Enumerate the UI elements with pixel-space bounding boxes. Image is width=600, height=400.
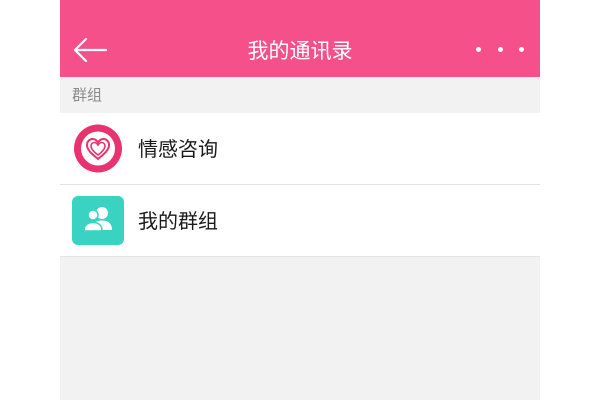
more-dots-icon (476, 46, 481, 52)
heart-icon (74, 124, 122, 173)
contact-list: 情感咨询 我的群组 (60, 113, 540, 257)
header-bar: 我的通讯录 (60, 0, 540, 77)
section-header: 群组 (60, 77, 540, 113)
list-item-label: 情感咨询 (138, 137, 218, 161)
list-item-emotional-counseling[interactable]: 情感咨询 (60, 113, 540, 185)
more-button[interactable] (476, 34, 524, 64)
page-title: 我的通讯录 (247, 39, 353, 63)
list-item-my-groups[interactable]: 我的群组 (60, 185, 540, 257)
list-item-label: 我的群组 (138, 209, 218, 233)
more-dots-icon (497, 46, 503, 52)
group-icon (72, 196, 124, 245)
section-title: 群组 (72, 86, 103, 104)
phone-screen: 我的通讯录 群组 情感咨询 我的群组 (60, 0, 540, 400)
more-dots-icon (519, 46, 524, 52)
